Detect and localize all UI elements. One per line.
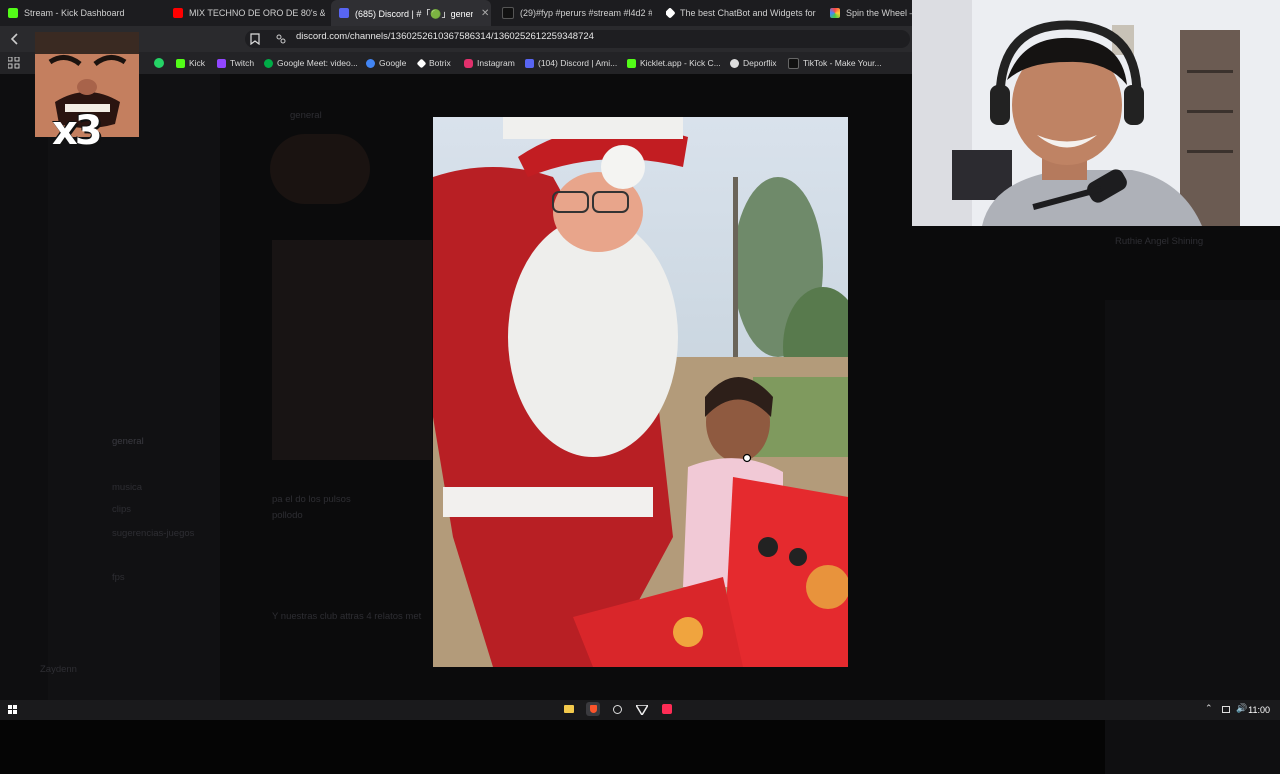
bookmark-label: Deporflix [743,58,777,68]
botrix-icon [416,58,427,68]
tab-label: MIX TECHNO DE ORO DE 80's & 90's [189,8,325,18]
channel-item-clips[interactable]: clips [112,504,131,515]
network-icon[interactable] [1222,706,1230,713]
emote-multiplier: x3 [52,108,103,154]
tray-chevron-icon[interactable]: ⌃ [1205,703,1213,714]
taskbar: ⌃ 🔊 [0,700,1280,720]
discord-icon [339,8,349,18]
bookmark-discord[interactable]: (104) Discord | Ami... [525,52,617,74]
tab-label: Stream - Kick Dashboard [24,8,125,18]
bookmark-label: Botrix [429,58,451,68]
channel-item-general[interactable]: general [112,436,144,447]
bookmark-google-meet[interactable]: Google Meet: video... [264,52,358,74]
tab-chatbot[interactable]: The best ChatBot and Widgets for Ki [666,0,816,26]
bookmark-twitch[interactable]: Twitch [217,52,254,74]
wheel-icon [830,8,840,18]
message-text: pollodo [272,510,303,521]
tab-discord-general[interactable]: (685) Discord | #「🟢」general | S ✕ [331,0,491,26]
tab-spin-wheel[interactable]: Spin the Wheel – F [830,0,912,26]
brave-icon [590,705,597,713]
tab-tiktok[interactable]: (29)#fyp #perurs #stream #l4d2 #left [502,0,652,26]
site-settings-icon[interactable] [276,34,286,44]
tiktok-icon [502,7,514,19]
channel-item-musica[interactable]: musica [112,482,142,493]
apps-grid-icon[interactable] [8,57,20,69]
windows-start-icon[interactable] [8,705,18,715]
bookmark-label: Instagram [477,58,515,68]
server-banner [270,134,370,204]
whatsapp-icon[interactable] [154,58,164,68]
user-name: Zaydenn [40,664,77,675]
channel-item-sugerencias[interactable]: sugerencias-juegos [112,528,194,539]
tab-label: (685) Discord | #「🟢」general | S [355,8,473,19]
tab-label: (29)#fyp #perurs #stream #l4d2 #left [520,8,652,18]
channel-sidebar [48,74,220,700]
bookmark-icon[interactable] [250,33,260,45]
streamer-webcam [912,0,1280,226]
message-text: pa el do los pulsos [272,494,351,505]
url-text[interactable]: discord.com/channels/1360252610367586314… [296,31,594,42]
bookmark-label: (104) Discord | Ami... [538,58,618,68]
bookmark-botrix[interactable]: Botrix [416,52,451,74]
bookmark-label: Kick [189,58,206,68]
obs-icon[interactable] [613,705,622,714]
tab-label: The best ChatBot and Widgets for Ki [680,8,816,18]
kicklet-icon [627,58,636,68]
bookmark-kicklet[interactable]: Kicklet.app - Kick C... [627,52,721,74]
channel-item-fps[interactable]: fps [112,572,125,583]
kick-icon [8,8,18,18]
gear-icon [730,58,739,68]
kick-icon [176,58,185,68]
tab-youtube-mix[interactable]: MIX TECHNO DE ORO DE 80's & 90's [173,0,325,26]
google-icon [366,58,375,68]
video-frame-santa [433,117,848,667]
discord-icon [525,58,534,68]
tab-kick-dashboard[interactable]: Stream - Kick Dashboard [8,0,168,26]
server-list [0,74,48,700]
back-icon[interactable] [9,33,21,45]
bookmark-kick[interactable]: Kick [176,52,205,74]
tab-label: Spin the Wheel – F [846,8,912,18]
streamlabs-icon[interactable] [636,705,648,715]
twitch-icon [217,58,226,68]
message-text: Y nuestras club attras 4 relatos met [272,611,422,622]
taskbar-clock[interactable]: 11:00 [1248,705,1270,715]
webcam-feed [912,0,1280,226]
bookmark-label: Google Meet: video... [277,58,358,68]
message-image [272,240,432,460]
bookmark-label: Twitch [230,58,255,68]
bookmark-deporflix[interactable]: Deporflix [730,52,777,74]
bookmark-label: Google [379,58,407,68]
bookmark-tiktok[interactable]: TikTok - Make Your... [788,52,882,74]
youtube-icon [173,8,183,18]
bookmark-label: Kicklet.app - Kick C... [640,58,721,68]
close-tab-icon[interactable]: ✕ [481,8,489,19]
member-name: Ruthie Angel Shining [1115,236,1204,247]
google-meet-icon [264,58,273,68]
tiktok-icon [788,57,799,69]
bookmark-instagram[interactable]: Instagram [464,52,515,74]
instagram-icon [464,58,473,68]
botrix-icon [666,7,676,19]
bookmark-label: TikTok - Make Your... [803,58,882,68]
volume-icon[interactable]: 🔊 [1236,703,1247,714]
channel-header: general [290,110,322,121]
file-explorer-icon[interactable] [564,705,574,713]
cursor-icon [742,453,752,463]
bookmark-google[interactable]: Google [366,52,406,74]
tiktok-live-icon[interactable] [662,704,672,714]
lightbox-video[interactable] [433,117,848,667]
